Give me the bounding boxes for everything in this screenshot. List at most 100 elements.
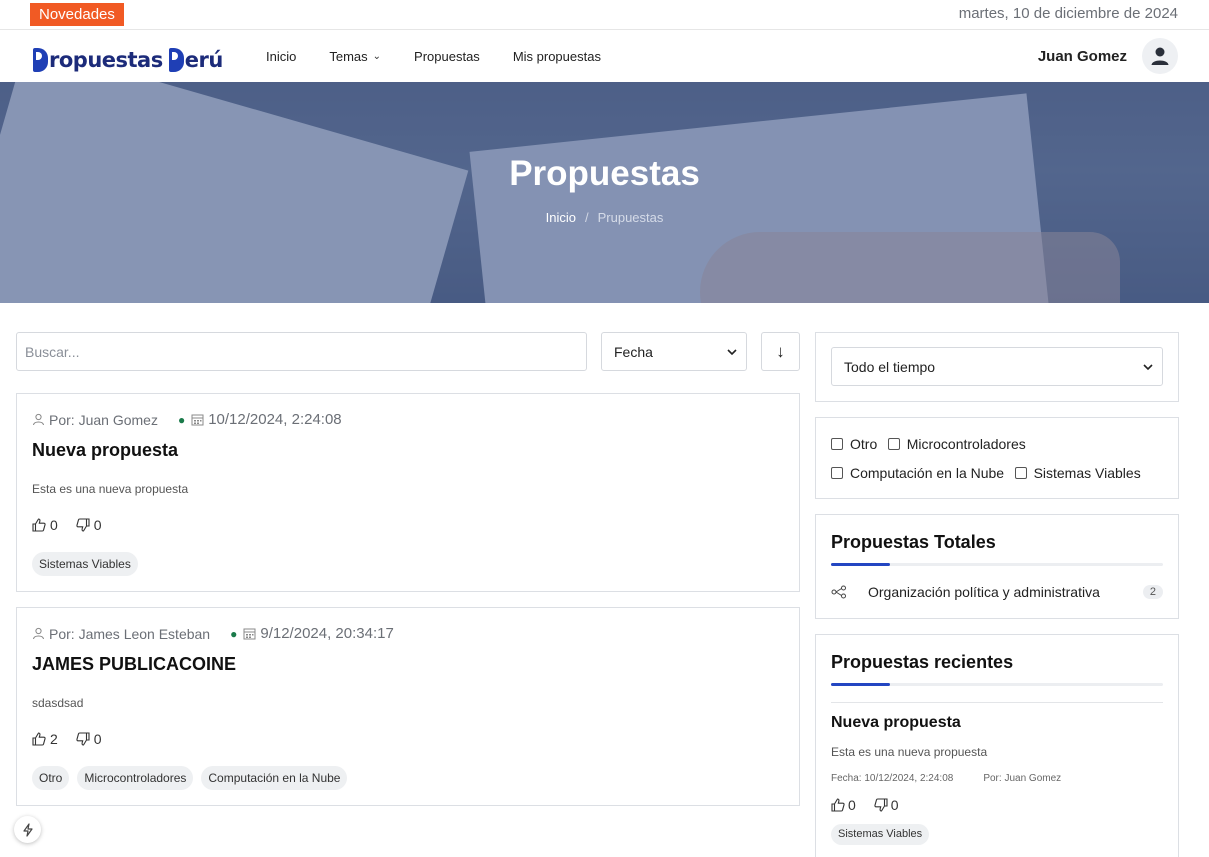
thumbs-up-icon (32, 732, 46, 746)
dislike-count: 0 (890, 797, 899, 813)
like-button[interactable]: 0 (831, 797, 856, 813)
tag-chip[interactable]: Otro (32, 766, 70, 790)
recent-item-votes: 0 0 (831, 797, 899, 813)
proposal-title[interactable]: Nueva propuesta (32, 440, 178, 461)
floating-action-button[interactable] (14, 816, 41, 843)
checkbox-icon (831, 438, 843, 450)
recent-title: Propuestas recientes (831, 652, 1014, 672)
time-filter-value: Todo el tiempo (844, 358, 936, 375)
proposal-votes: 0 0 (32, 517, 120, 533)
totals-box: Propuestas Totales Organización política… (815, 514, 1179, 619)
dislike-count: 0 (93, 731, 102, 747)
nav-item-temas[interactable]: Temas ⌄ (329, 49, 381, 64)
category-label: Computación en la Nube (850, 465, 1005, 481)
count-badge: 2 (1142, 585, 1163, 599)
title-underline (831, 563, 1163, 566)
tag-chip[interactable]: Sistemas Viables (32, 552, 138, 576)
checkbox-icon (1014, 467, 1027, 479)
proposal-date: 10/12/2024, 2:24:08 (208, 411, 342, 428)
user-avatar-icon[interactable] (1142, 38, 1178, 74)
breadcrumb-current: Prupuestas (597, 210, 664, 225)
category-checkbox-sistemas-viables[interactable]: Sistemas Viables (1014, 465, 1141, 481)
main-nav: ropuestas erú Inicio Temas ⌄ Propuestas M… (0, 30, 1209, 82)
nav-item-temas-label: Temas (329, 48, 368, 64)
user-icon (33, 413, 44, 426)
nav-menu: Inicio Temas ⌄ Propuestas Mis propuestas (266, 30, 634, 82)
user-name[interactable]: Juan Gomez (1038, 48, 1127, 65)
proposal-meta: Por: Juan Gomez ● 10/12/2024, 2:24:08 (32, 411, 342, 428)
time-filter-select[interactable]: Todo el tiempo (831, 347, 1163, 386)
proposal-author[interactable]: Por: Juan Gomez (49, 412, 158, 428)
proposal-description: sdasdsad (32, 696, 84, 710)
chevron-down-icon: ⌄ (372, 50, 382, 62)
dislike-button[interactable]: 0 (874, 797, 899, 813)
lightning-icon (22, 822, 33, 837)
recent-item-tags: Sistemas Viables (831, 824, 930, 845)
dislike-button[interactable]: 0 (76, 731, 102, 747)
chevron-down-icon (727, 348, 737, 355)
time-filter-box: Todo el tiempo (815, 332, 1179, 402)
proposal-card[interactable]: Por: Juan Gomez ● 10/12/2024, 2:24:08 Nu… (16, 393, 800, 592)
recent-item-title[interactable]: Nueva propuesta (831, 714, 961, 732)
proposal-description: Esta es una nueva propuesta (32, 482, 189, 496)
sort-select-value: Fecha (614, 343, 653, 360)
breadcrumb-separator: / (584, 210, 589, 225)
totals-title: Propuestas Totales (831, 532, 996, 552)
like-count: 0 (50, 517, 58, 533)
recent-box: Propuestas recientes Nueva propuesta Est… (815, 634, 1179, 857)
sort-select[interactable]: Fecha (601, 332, 747, 371)
tag-chip[interactable]: Microcontroladores (77, 766, 194, 790)
current-date: martes, 10 de diciembre de 2024 (958, 5, 1178, 22)
thumbs-up-icon (831, 798, 845, 812)
search-input[interactable] (16, 332, 587, 371)
calendar-icon (191, 414, 204, 426)
thumbs-up-icon (32, 518, 46, 532)
logo-mark-p2 (168, 48, 184, 72)
breadcrumb: Inicio / Prupuestas (0, 210, 1209, 225)
site-logo[interactable]: ropuestas erú (33, 42, 223, 72)
recent-item-description: Esta es una nueva propuesta (831, 745, 988, 759)
dislike-count: 0 (93, 517, 102, 533)
like-button[interactable]: 2 (32, 731, 58, 747)
hero-banner: Propuestas Inicio / Prupuestas (0, 82, 1209, 303)
separator-dot: ● (177, 412, 186, 427)
breadcrumb-home[interactable]: Inicio (546, 210, 576, 225)
nav-item-propuestas[interactable]: Propuestas (414, 49, 480, 64)
arrow-down-icon: ↓ (776, 341, 785, 361)
logo-mark-p (33, 48, 48, 72)
share-nodes-icon (831, 585, 846, 599)
thumbs-down-icon (874, 798, 888, 812)
recent-item-meta: Fecha: 10/12/2024, 2:24:08 Por: Juan Gome… (831, 773, 1061, 784)
checkbox-icon (831, 467, 843, 479)
category-label: Microcontroladores (906, 436, 1026, 452)
calendar-icon (243, 628, 256, 640)
proposal-card[interactable]: Por: James Leon Esteban ● 9/12/2024, 20:… (16, 607, 800, 806)
proposal-meta: Por: James Leon Esteban ● 9/12/2024, 20:… (32, 625, 394, 642)
sort-order-button[interactable]: ↓ (761, 332, 800, 371)
category-row-1: Otro Microcontroladores (831, 436, 1032, 455)
nav-item-inicio[interactable]: Inicio (266, 49, 296, 64)
category-checkbox-microcontroladores[interactable]: Microcontroladores (887, 436, 1026, 452)
checkbox-icon (887, 438, 900, 450)
category-label: Sistemas Viables (1033, 465, 1141, 481)
news-badge[interactable]: Novedades (30, 3, 124, 26)
tag-chip[interactable]: Computación en la Nube (201, 766, 348, 790)
recent-item-author: Por: Juan Gomez (983, 773, 1062, 784)
tag-chip[interactable]: Sistemas Viables (831, 824, 930, 845)
like-button[interactable]: 0 (32, 517, 58, 533)
nav-item-mis-propuestas[interactable]: Mis propuestas (513, 49, 601, 64)
proposal-tags: Otro Microcontroladores Computación en l… (32, 766, 348, 790)
dislike-button[interactable]: 0 (76, 517, 102, 533)
proposal-author[interactable]: Por: James Leon Esteban (49, 626, 210, 642)
category-checkbox-otro[interactable]: Otro (831, 436, 877, 452)
category-checkbox-computacion[interactable]: Computación en la Nube (831, 465, 1004, 481)
proposal-title[interactable]: JAMES PUBLICACOINE (32, 654, 236, 675)
logo-text-2: erú (184, 48, 224, 72)
category-filter-box: Otro Microcontroladores Computación en l… (815, 417, 1179, 499)
thumbs-down-icon (76, 518, 90, 532)
separator-dot: ● (230, 626, 238, 641)
thumbs-down-icon (76, 732, 90, 746)
proposal-date: 9/12/2024, 20:34:17 (260, 625, 394, 642)
top-bar: Novedades martes, 10 de diciembre de 202… (0, 0, 1209, 30)
totals-row[interactable]: Organización política y administrativa 2 (831, 584, 1163, 600)
